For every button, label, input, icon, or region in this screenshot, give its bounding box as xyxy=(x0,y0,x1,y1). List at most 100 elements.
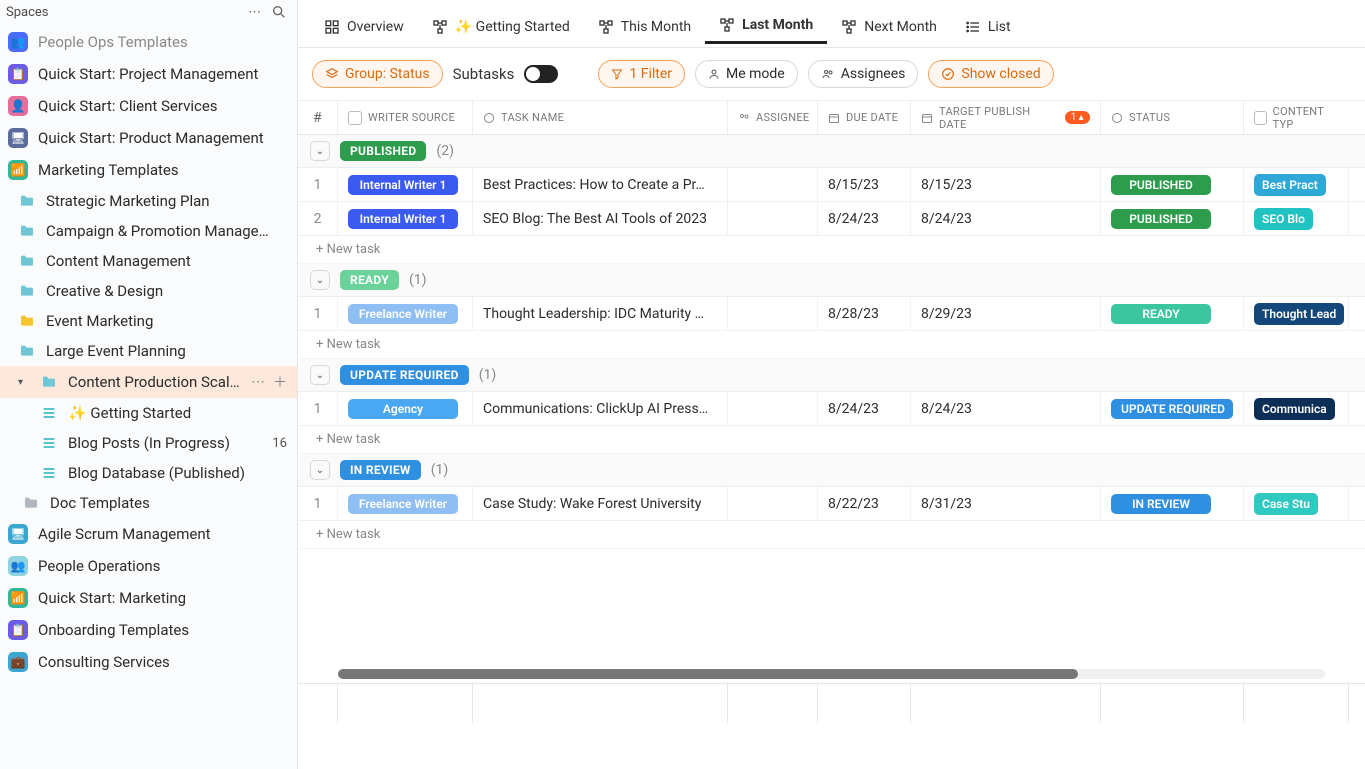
cell-writer[interactable]: Freelance Writer xyxy=(338,487,473,520)
col-target-publish[interactable]: TARGET PUBLISH DATE 1▴ xyxy=(911,101,1101,134)
group-header[interactable]: ⌄READY(1) xyxy=(298,264,1365,297)
cell-assignee[interactable] xyxy=(728,168,818,201)
group-header[interactable]: ⌄IN REVIEW(1) xyxy=(298,454,1365,487)
sidebar-item[interactable]: Blog Database (Published) xyxy=(0,458,297,488)
sidebar-item[interactable]: Blog Posts (In Progress)16 xyxy=(0,428,297,458)
col-writer-source[interactable]: WRITER SOURCE xyxy=(338,101,473,134)
sidebar-item[interactable]: Strategic Marketing Plan xyxy=(0,186,297,216)
cell-publish-date[interactable]: 8/15/23 xyxy=(911,168,1101,201)
cell-task-name[interactable]: Communications: ClickUp AI Press… xyxy=(473,392,728,425)
cell-writer[interactable]: Agency xyxy=(338,392,473,425)
cell-due-date[interactable]: 8/24/23 xyxy=(818,392,911,425)
cell-content-type[interactable]: Communica xyxy=(1244,392,1349,425)
table-row[interactable]: 1AgencyCommunications: ClickUp AI Press…… xyxy=(298,392,1365,426)
scrollbar-thumb[interactable] xyxy=(338,669,1078,679)
new-task-button[interactable]: + New task xyxy=(298,426,1365,454)
search-icon[interactable] xyxy=(271,4,287,20)
cell-content-type[interactable]: Thought Lead xyxy=(1244,297,1349,330)
cell-writer[interactable]: Freelance Writer xyxy=(338,297,473,330)
cell-publish-date[interactable]: 8/29/23 xyxy=(911,297,1101,330)
cell-publish-date[interactable]: 8/24/23 xyxy=(911,202,1101,235)
collapse-icon[interactable]: ⌄ xyxy=(310,460,330,480)
sort-badge[interactable]: 1▴ xyxy=(1065,111,1090,124)
subtasks-toggle[interactable] xyxy=(524,65,558,83)
col-status[interactable]: STATUS xyxy=(1101,101,1244,134)
cell-due-date[interactable]: 8/15/23 xyxy=(818,168,911,201)
cell-assignee[interactable] xyxy=(728,487,818,520)
collapse-icon[interactable]: ⌄ xyxy=(310,365,330,385)
cell-status[interactable]: PUBLISHED xyxy=(1101,168,1244,201)
cell-writer[interactable]: Internal Writer 1 xyxy=(338,168,473,201)
horizontal-scrollbar[interactable] xyxy=(338,669,1325,679)
sidebar-item[interactable]: 💼Consulting Services xyxy=(0,646,297,678)
assignees-chip[interactable]: Assignees xyxy=(808,60,919,88)
sidebar-item[interactable]: 📋Onboarding Templates xyxy=(0,614,297,646)
view-tab[interactable]: ✨ Getting Started xyxy=(418,11,584,43)
sidebar-item[interactable]: 🖥Agile Scrum Management xyxy=(0,518,297,550)
view-tab[interactable]: Next Month xyxy=(827,11,951,43)
cell-due-date[interactable]: 8/28/23 xyxy=(818,297,911,330)
cell-publish-date[interactable]: 8/24/23 xyxy=(911,392,1101,425)
sidebar-item[interactable]: ▾Content Production Scal…⋯＋ xyxy=(0,366,297,398)
cell-content-type[interactable]: Case Stu xyxy=(1244,487,1349,520)
show-closed-chip[interactable]: Show closed xyxy=(928,60,1053,88)
sidebar-item[interactable]: Event Marketing xyxy=(0,306,297,336)
new-task-button[interactable]: + New task xyxy=(298,521,1365,549)
cell-assignee[interactable] xyxy=(728,202,818,235)
more-icon[interactable]: ⋯ xyxy=(251,374,265,390)
sidebar-more-icon[interactable]: ⋯ xyxy=(248,5,261,20)
sidebar-item[interactable]: 📶Marketing Templates xyxy=(0,154,297,186)
col-due-date[interactable]: DUE DATE xyxy=(818,101,911,134)
cell-due-date[interactable]: 8/24/23 xyxy=(818,202,911,235)
cell-task-name[interactable]: Case Study: Wake Forest University xyxy=(473,487,728,520)
sidebar-item[interactable]: 👥People Operations xyxy=(0,550,297,582)
table-row[interactable]: 1Freelance WriterCase Study: Wake Forest… xyxy=(298,487,1365,521)
table-row[interactable]: 2Internal Writer 1SEO Blog: The Best AI … xyxy=(298,202,1365,236)
sidebar-item[interactable]: 👥People Ops Templates xyxy=(0,26,297,58)
col-task-name[interactable]: TASK NAME xyxy=(473,101,728,134)
cell-task-name[interactable]: SEO Blog: The Best AI Tools of 2023 xyxy=(473,202,728,235)
cell-content-type[interactable]: SEO Blo xyxy=(1244,202,1349,235)
filter-chip[interactable]: 1 Filter xyxy=(598,60,685,88)
cell-status[interactable]: READY xyxy=(1101,297,1244,330)
view-tab[interactable]: This Month xyxy=(584,11,705,43)
new-task-button[interactable]: + New task xyxy=(298,236,1365,264)
cell-assignee[interactable] xyxy=(728,392,818,425)
cell-status[interactable]: UPDATE REQUIRED xyxy=(1101,392,1244,425)
cell-due-date[interactable]: 8/22/23 xyxy=(818,487,911,520)
me-mode-chip[interactable]: Me mode xyxy=(695,60,798,88)
cell-assignee[interactable] xyxy=(728,297,818,330)
cell-publish-date[interactable]: 8/31/23 xyxy=(911,487,1101,520)
view-tab[interactable]: Overview xyxy=(310,11,418,43)
cell-content-type[interactable]: Best Pract xyxy=(1244,168,1349,201)
table-row[interactable]: 1Freelance WriterThought Leadership: IDC… xyxy=(298,297,1365,331)
group-status-chip[interactable]: Group: Status xyxy=(312,60,443,88)
group-header[interactable]: ⌄UPDATE REQUIRED(1) xyxy=(298,359,1365,392)
sidebar-item[interactable]: 📋Quick Start: Project Management xyxy=(0,58,297,90)
table-row[interactable]: 1Internal Writer 1Best Practices: How to… xyxy=(298,168,1365,202)
collapse-icon[interactable]: ⌄ xyxy=(310,270,330,290)
sidebar-item[interactable]: 🖥Quick Start: Product Management xyxy=(0,122,297,154)
cell-task-name[interactable]: Best Practices: How to Create a Pr… xyxy=(473,168,728,201)
cell-writer[interactable]: Internal Writer 1 xyxy=(338,202,473,235)
sidebar-item[interactable]: 👤Quick Start: Client Services xyxy=(0,90,297,122)
col-number[interactable]: # xyxy=(298,101,338,134)
sidebar-item[interactable]: ✨ Getting Started xyxy=(0,398,297,428)
sidebar-item[interactable]: Content Management xyxy=(0,246,297,276)
col-assignee[interactable]: ASSIGNEE xyxy=(728,101,818,134)
cell-status[interactable]: IN REVIEW xyxy=(1101,487,1244,520)
collapse-icon[interactable]: ⌄ xyxy=(310,141,330,161)
new-task-button[interactable]: + New task xyxy=(298,331,1365,359)
sidebar-item[interactable]: Campaign & Promotion Manage… xyxy=(0,216,297,246)
col-content-type[interactable]: CONTENT TYP xyxy=(1244,101,1349,134)
cell-status[interactable]: PUBLISHED xyxy=(1101,202,1244,235)
sidebar-item[interactable]: 📶Quick Start: Marketing xyxy=(0,582,297,614)
cell-task-name[interactable]: Thought Leadership: IDC Maturity … xyxy=(473,297,728,330)
view-tab[interactable]: Last Month xyxy=(705,9,827,44)
sidebar-item[interactable]: Creative & Design xyxy=(0,276,297,306)
sidebar-item[interactable]: Doc Templates xyxy=(0,488,297,518)
sidebar-item[interactable]: Large Event Planning xyxy=(0,336,297,366)
add-icon[interactable]: ＋ xyxy=(273,372,287,392)
view-tab[interactable]: List xyxy=(951,11,1025,43)
group-header[interactable]: ⌄PUBLISHED(2) xyxy=(298,135,1365,168)
